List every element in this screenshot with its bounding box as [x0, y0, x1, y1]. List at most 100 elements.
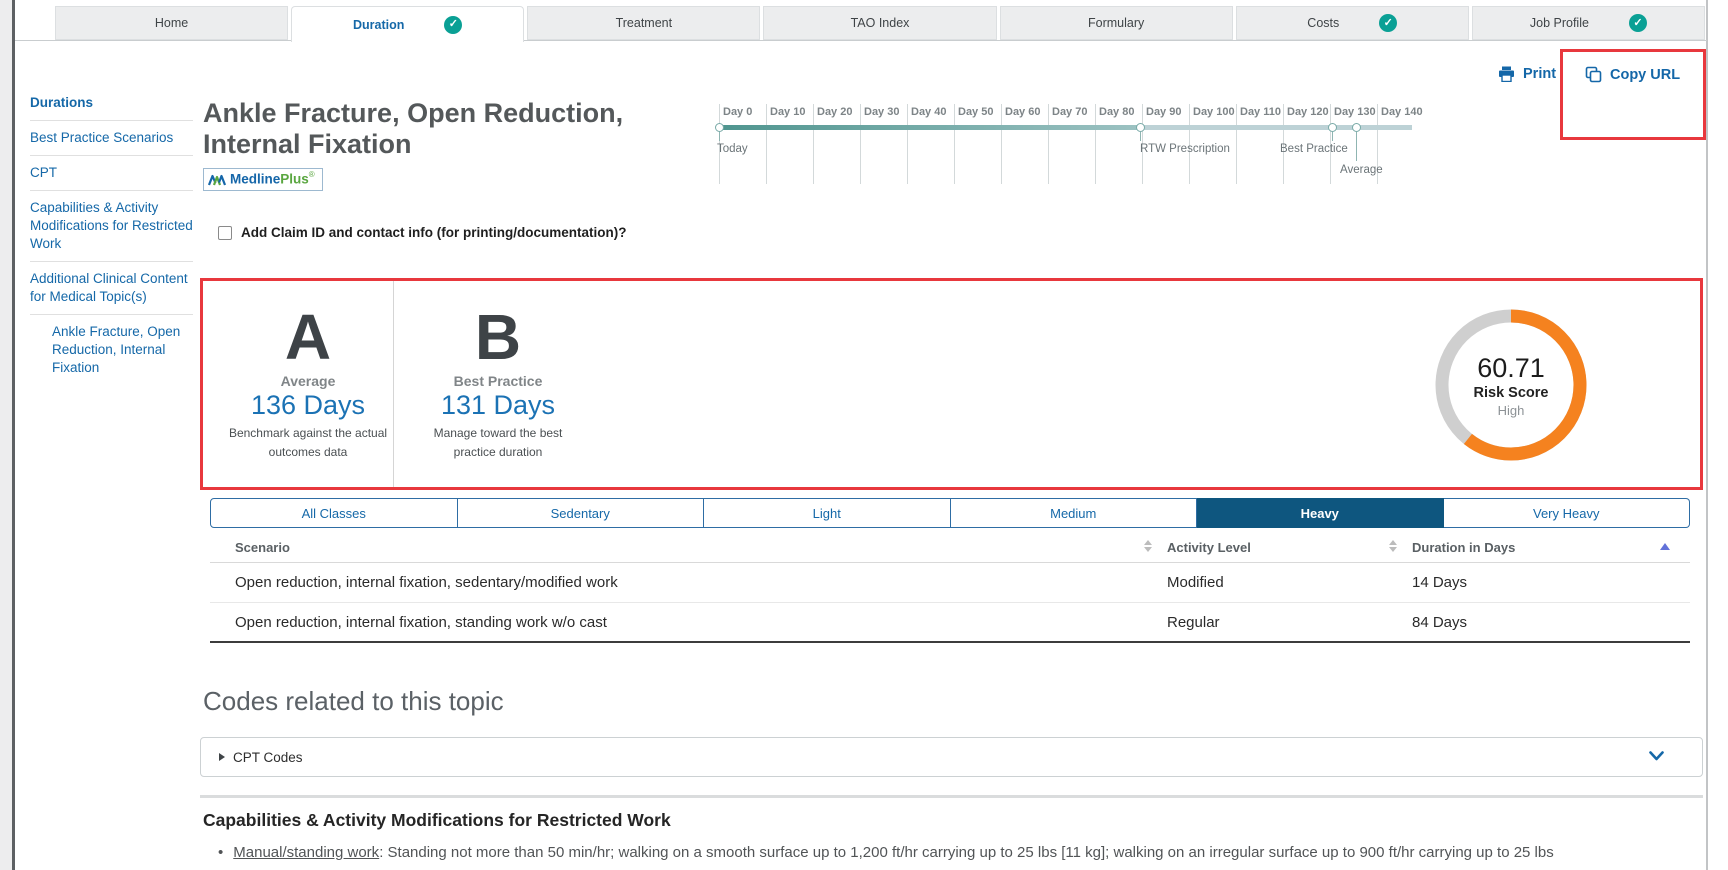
- timeline-marker-today[interactable]: [715, 123, 724, 132]
- class-tab-sedentary[interactable]: Sedentary: [458, 498, 705, 528]
- cell-scenario: Open reduction, internal fixation, stand…: [235, 614, 607, 631]
- scenario-table: Scenario Activity Level Duration in Days…: [210, 532, 1690, 643]
- tab-label: Treatment: [616, 16, 673, 30]
- manual-standing-work-link[interactable]: Manual/standing work: [233, 844, 379, 861]
- claim-info-checkbox[interactable]: [218, 226, 232, 240]
- cpt-codes-accordion[interactable]: CPT Codes: [200, 737, 1703, 777]
- cell-activity-level: Regular: [1167, 614, 1220, 631]
- page-title-line2: Internal Fixation: [203, 129, 412, 159]
- timeline-marker-average[interactable]: [1352, 123, 1361, 132]
- tab-tao-index[interactable]: TAO Index: [763, 6, 996, 40]
- timeline-marker-best-practice[interactable]: [1328, 123, 1337, 132]
- page-title-line1: Ankle Fracture, Open Reduction,: [203, 98, 623, 128]
- tab-duration[interactable]: Duration ✓: [291, 6, 524, 42]
- capabilities-bullet-item: • Manual/standing work: Standing not more…: [218, 842, 1690, 863]
- tab-bar-divider: [15, 40, 1707, 41]
- timeline-drop-today: [719, 132, 720, 141]
- medline-badge-label: MedlinePlus®: [230, 170, 315, 188]
- sort-ascending-icon[interactable]: [1660, 543, 1670, 550]
- timeline-day-cell: Day 50: [954, 104, 1001, 184]
- card-days-value: 131 Days: [408, 390, 588, 421]
- sidebar-item-cpt[interactable]: CPT: [30, 155, 193, 190]
- cell-scenario: Open reduction, internal fixation, seden…: [235, 574, 618, 591]
- cpt-codes-label: CPT Codes: [233, 750, 303, 765]
- class-tab-light[interactable]: Light: [704, 498, 951, 528]
- column-header-duration-in-days[interactable]: Duration in Days: [1412, 540, 1515, 555]
- tab-label: Formulary: [1088, 16, 1144, 30]
- average-duration-card: A Average 136 Days Benchmark against the…: [218, 281, 398, 487]
- left-border: [12, 0, 15, 870]
- timeline-day-cell: Day 30: [860, 104, 907, 184]
- timeline-day-cell: Day 70: [1048, 104, 1095, 184]
- timeline-label-average: Average: [1340, 164, 1383, 176]
- best-practice-duration-card: B Best Practice 131 Days Manage toward t…: [408, 281, 588, 487]
- duration-summary-panel: A Average 136 Days Benchmark against the…: [200, 278, 1703, 490]
- class-tab-very-heavy[interactable]: Very Heavy: [1444, 498, 1691, 528]
- column-header-activity-level[interactable]: Activity Level: [1167, 540, 1251, 555]
- card-name: Best Practice: [408, 373, 588, 389]
- sort-icon[interactable]: [1389, 540, 1397, 552]
- check-circle-icon: ✓: [444, 16, 462, 34]
- tab-formulary[interactable]: Formulary: [1000, 6, 1233, 40]
- bullet-text: : Standing not more than 50 min/hr; walk…: [379, 844, 1554, 861]
- sidebar-item-best-practice-scenarios[interactable]: Best Practice Scenarios: [30, 120, 193, 155]
- timeline-drop-best-practice: [1332, 132, 1333, 141]
- sidebar-item-capabilities[interactable]: Capabilities & Activity Modifications fo…: [30, 190, 193, 261]
- card-divider: [393, 281, 394, 487]
- table-row[interactable]: Open reduction, internal fixation, stand…: [210, 602, 1690, 641]
- bullet-dot: •: [218, 844, 223, 861]
- timeline-future-line: [1140, 125, 1412, 130]
- timeline-day-cell: Day 40: [907, 104, 954, 184]
- card-description: Manage toward the best practice duration: [408, 424, 588, 462]
- tab-home[interactable]: Home: [55, 6, 288, 40]
- left-gutter: [0, 0, 12, 870]
- print-label: Print: [1523, 66, 1556, 82]
- cell-duration: 84 Days: [1412, 614, 1467, 631]
- sidebar-item-durations[interactable]: Durations: [30, 86, 193, 120]
- card-name: Average: [218, 373, 398, 389]
- print-button[interactable]: Print: [1498, 66, 1556, 82]
- codes-section-heading: Codes related to this topic: [203, 686, 504, 717]
- tab-job-profile[interactable]: Job Profile ✓: [1472, 6, 1705, 40]
- medlineplus-logo-icon: [208, 173, 226, 187]
- timeline-day-cell: Day 140: [1377, 104, 1424, 184]
- class-tab-medium[interactable]: Medium: [951, 498, 1198, 528]
- class-tab-all-classes[interactable]: All Classes: [210, 498, 458, 528]
- scenario-table-header: Scenario Activity Level Duration in Days: [210, 532, 1690, 563]
- main-tab-bar: Home Duration ✓ Treatment TAO Index Form…: [55, 6, 1705, 40]
- check-circle-icon: ✓: [1629, 14, 1647, 32]
- page-title: Ankle Fracture, Open Reduction, Internal…: [203, 98, 673, 160]
- table-row[interactable]: Open reduction, internal fixation, seden…: [210, 563, 1690, 602]
- timeline-marker-rtw-prescription[interactable]: [1136, 123, 1145, 132]
- column-header-scenario[interactable]: Scenario: [235, 540, 290, 555]
- sidebar-item-ankle-fracture[interactable]: Ankle Fracture, Open Reduction, Internal…: [30, 314, 193, 385]
- capabilities-heading: Capabilities & Activity Modifications fo…: [203, 810, 671, 831]
- scenario-table-body: Open reduction, internal fixation, seden…: [210, 563, 1690, 643]
- timeline-day-cell: Day 10: [766, 104, 813, 184]
- timeline-day-cell: Day 80: [1095, 104, 1142, 184]
- tab-label: Duration: [353, 18, 404, 32]
- card-days-value: 136 Days: [218, 390, 398, 421]
- cell-activity-level: Modified: [1167, 574, 1224, 591]
- sidebar-nav: Durations Best Practice Scenarios CPT Ca…: [30, 86, 193, 385]
- caret-right-icon: [219, 753, 225, 761]
- chevron-down-icon[interactable]: [1649, 751, 1664, 761]
- app-window: Home Duration ✓ Treatment TAO Index Form…: [0, 0, 1728, 870]
- duration-timeline: Day 0 Day 10 Day 20 Day 30 Day 40 Day 50…: [719, 104, 1421, 188]
- printer-icon: [1498, 66, 1515, 82]
- card-letter: B: [408, 305, 588, 369]
- tab-costs[interactable]: Costs ✓: [1236, 6, 1469, 40]
- section-divider: [200, 795, 1703, 798]
- class-tab-heavy[interactable]: Heavy: [1197, 498, 1444, 528]
- tab-label: TAO Index: [851, 16, 910, 30]
- timeline-drop-rtw: [1140, 132, 1141, 141]
- tab-label: Job Profile: [1530, 16, 1589, 30]
- sidebar-item-additional-clinical-content[interactable]: Additional Clinical Content for Medical …: [30, 261, 193, 314]
- medlineplus-badge[interactable]: MedlinePlus®: [203, 168, 323, 191]
- sort-icon[interactable]: [1144, 540, 1152, 552]
- copy-url-button[interactable]: Copy URL: [1585, 66, 1680, 83]
- claim-info-label: Add Claim ID and contact info (for print…: [241, 225, 626, 240]
- check-circle-icon: ✓: [1379, 14, 1397, 32]
- tab-treatment[interactable]: Treatment: [527, 6, 760, 40]
- tab-label: Home: [155, 16, 188, 30]
